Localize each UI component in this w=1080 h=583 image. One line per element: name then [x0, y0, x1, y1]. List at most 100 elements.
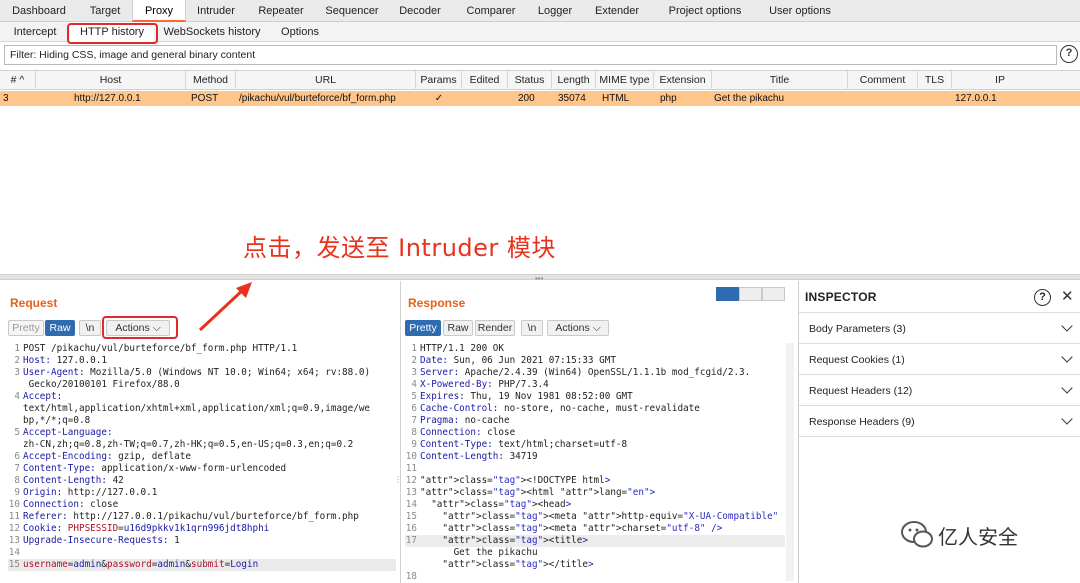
- help-icon[interactable]: ?: [1060, 45, 1078, 63]
- tab-user-options[interactable]: User options: [756, 0, 844, 22]
- response-editor[interactable]: 1 HTTP/1.1 200 OK 2 Date: Sun, 06 Jun 2021 …: [405, 343, 785, 581]
- code-line: 9 Content-Type: text/html;charset=utf-8: [405, 439, 785, 451]
- cell-host: http://127.0.0.1: [74, 93, 141, 104]
- request-pretty-button[interactable]: Pretty: [8, 320, 44, 336]
- line-number: 9: [14, 487, 20, 498]
- tab-proxy[interactable]: Proxy: [132, 0, 186, 22]
- header-name: User-Agent:: [23, 367, 85, 378]
- col-edited[interactable]: Edited: [462, 71, 508, 90]
- response-actions-dropdown[interactable]: Actions ⌵: [547, 320, 609, 336]
- tab-project-options[interactable]: Project options: [654, 0, 756, 22]
- tab-dashboard[interactable]: Dashboard: [0, 0, 78, 22]
- layout-tabs-icon[interactable]: [762, 287, 785, 301]
- col-title[interactable]: Title: [712, 71, 848, 90]
- inspector-section-label: Request Headers (12): [809, 385, 913, 397]
- request-newline-toggle[interactable]: \n: [79, 320, 101, 336]
- request-editor[interactable]: 1 POST /pikachu/vul/burteforce/bf_form.ph…: [8, 343, 396, 581]
- line-number: 11: [405, 463, 417, 474]
- header-name: Accept:: [23, 391, 63, 402]
- col-tls[interactable]: TLS: [918, 71, 952, 90]
- pane-drag-handle-icon[interactable]: ⋮: [394, 476, 402, 484]
- line-number: 2: [411, 355, 417, 366]
- layout-toggle[interactable]: [716, 287, 786, 301]
- code-line: 9 Origin: http://127.0.0.1: [8, 487, 396, 499]
- line-number: 5: [411, 391, 417, 402]
- col-url[interactable]: URL: [236, 71, 416, 90]
- code-text: text/html,application/xhtml+xml,applicat…: [23, 403, 371, 414]
- subtab-intercept[interactable]: Intercept: [0, 22, 70, 42]
- code-text: 1: [168, 535, 180, 546]
- col-extension[interactable]: Extension: [654, 71, 712, 90]
- code-line: 10 Connection: close: [8, 499, 396, 511]
- tab-intruder[interactable]: Intruder: [186, 0, 246, 22]
- pane-divider[interactable]: [400, 281, 401, 583]
- response-pretty-button[interactable]: Pretty: [405, 320, 441, 336]
- col-number[interactable]: # ^: [0, 71, 36, 90]
- line-number: 14: [405, 499, 417, 510]
- header-name: Host:: [23, 355, 51, 366]
- code-line: Gecko/20100101 Firefox/88.0: [8, 379, 396, 391]
- inspector-help-icon[interactable]: ?: [1034, 289, 1051, 306]
- col-status[interactable]: Status: [508, 71, 552, 90]
- inspector-section-label: Request Cookies (1): [809, 354, 905, 366]
- line-number: 9: [411, 439, 417, 450]
- code-text: "attr">class="tag"><!DOCTYPE html>: [420, 475, 611, 486]
- inspector-request-cookies[interactable]: Request Cookies (1): [799, 344, 1080, 375]
- code-text: http://127.0.0.1: [62, 487, 158, 498]
- code-line: 14: [8, 547, 396, 559]
- code-text: "attr">class="tag"><meta "attr">charset=…: [442, 523, 723, 534]
- code-text: username=admin&password=admin&submit=Log…: [23, 559, 259, 570]
- line-number: 12: [405, 475, 417, 486]
- cell-extension: php: [660, 93, 677, 104]
- cell-ip: 127.0.0.1: [955, 93, 997, 104]
- drag-handle-icon[interactable]: •••: [535, 275, 543, 283]
- tab-extender[interactable]: Extender: [580, 0, 654, 22]
- subtab-websockets-history[interactable]: WebSockets history: [154, 22, 270, 42]
- code-text: http://127.0.0.1/pikachu/vul/burteforce/…: [67, 511, 359, 522]
- tab-decoder[interactable]: Decoder: [388, 0, 452, 22]
- code-line: 1 HTTP/1.1 200 OK: [405, 343, 785, 355]
- col-host[interactable]: Host: [36, 71, 186, 90]
- code-text: PHPSESSID=u16d9pkkv1k1qrn996jdt8hphi: [67, 523, 270, 534]
- code-line: 11 Referer: http://127.0.0.1/pikachu/vul/…: [8, 511, 396, 523]
- tab-comparer[interactable]: Comparer: [452, 0, 530, 22]
- table-row[interactable]: 3 http://127.0.0.1 POST /pikachu/vul/bur…: [0, 91, 1080, 106]
- tab-logger[interactable]: Logger: [530, 0, 580, 22]
- layout-stacked-icon[interactable]: [739, 287, 762, 301]
- col-method[interactable]: Method: [186, 71, 236, 90]
- response-scrollbar[interactable]: [786, 343, 794, 581]
- col-comment[interactable]: Comment: [848, 71, 918, 90]
- line-number: 1: [411, 343, 417, 354]
- col-length[interactable]: Length: [552, 71, 596, 90]
- tab-sequencer[interactable]: Sequencer: [316, 0, 388, 22]
- annotation-text: 点击，发送至 Intruder 模块: [243, 234, 556, 262]
- col-mime-type[interactable]: MIME type: [596, 71, 654, 90]
- code-line: 15 username=admin&password=admin&submit=L…: [8, 559, 396, 571]
- response-raw-button[interactable]: Raw: [443, 320, 473, 336]
- code-line: 10 Content-Length: 34719: [405, 451, 785, 463]
- tab-repeater[interactable]: Repeater: [246, 0, 316, 22]
- code-text: Mozilla/5.0 (Windows NT 10.0; Win64; x64…: [84, 367, 371, 378]
- header-name: Cookie:: [23, 523, 63, 534]
- header-name: Content-Length:: [23, 475, 107, 486]
- layout-side-by-side-icon[interactable]: [716, 287, 739, 301]
- inspector-body-parameters[interactable]: Body Parameters (3): [799, 313, 1080, 344]
- col-params[interactable]: Params: [416, 71, 462, 90]
- subtab-options[interactable]: Options: [270, 22, 330, 42]
- response-newline-toggle[interactable]: \n: [521, 320, 543, 336]
- line-number: 10: [405, 451, 417, 462]
- inspector-response-headers[interactable]: Response Headers (9): [799, 406, 1080, 437]
- code-text: Gecko/20100101 Firefox/88.0: [23, 379, 180, 390]
- inspector-request-headers[interactable]: Request Headers (12): [799, 375, 1080, 406]
- request-raw-button[interactable]: Raw: [45, 320, 75, 336]
- header-name: Expires:: [420, 391, 465, 402]
- line-number: 16: [405, 523, 417, 534]
- inspector-close-icon[interactable]: ✕: [1061, 287, 1074, 305]
- col-ip[interactable]: IP: [952, 71, 1048, 90]
- response-render-button[interactable]: Render: [475, 320, 515, 336]
- tab-target[interactable]: Target: [78, 0, 132, 22]
- code-text: Sun, 06 Jun 2021 07:15:33 GMT: [448, 355, 616, 366]
- filter-bar[interactable]: Filter: Hiding CSS, image and general bi…: [4, 45, 1057, 65]
- code-line: Get the pikachu: [405, 547, 785, 559]
- line-number: 8: [411, 427, 417, 438]
